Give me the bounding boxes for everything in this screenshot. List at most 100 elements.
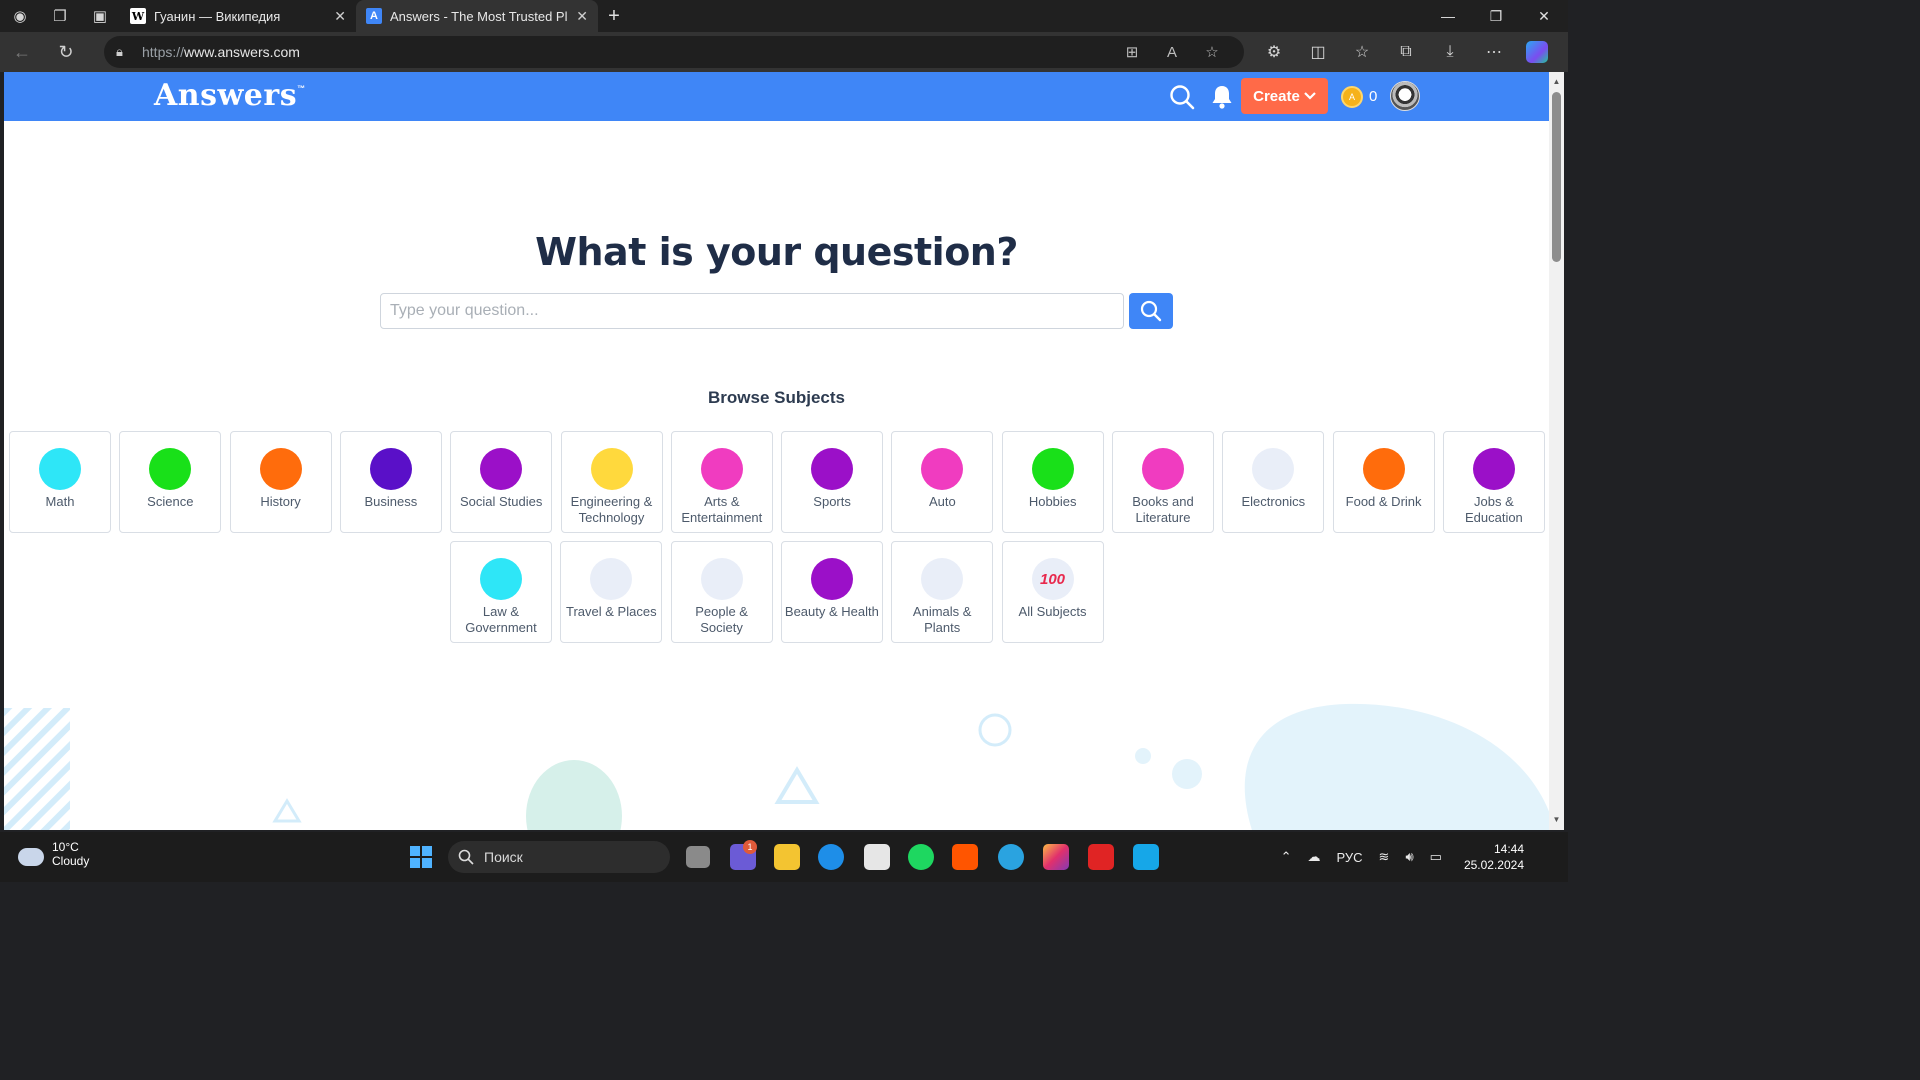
decorative-triangle — [774, 766, 820, 804]
page-scrollbar[interactable]: ▲ ▼ — [1549, 72, 1564, 830]
subject-card[interactable]: Auto — [891, 431, 994, 533]
subject-card[interactable]: Business — [339, 431, 442, 533]
subject-dot-icon — [39, 448, 81, 490]
subject-dot-icon — [700, 558, 743, 600]
address-bar[interactable]: 🔒︎ https://www.answers.com ⊞ A ☆ — [104, 36, 1244, 68]
telegram-icon[interactable] — [998, 844, 1024, 870]
url-host: www.answers.com — [184, 44, 300, 60]
subject-card[interactable]: Science — [119, 431, 222, 533]
anydesk-icon[interactable] — [1088, 844, 1114, 870]
extensions-icon[interactable]: ⚙ — [1252, 42, 1296, 62]
tab-actions-icon[interactable]: ▣ — [80, 0, 120, 32]
profile-icon[interactable]: ◉ — [0, 0, 40, 32]
tab-wikipedia[interactable]: W Гуанин — Википедия ✕ — [120, 0, 356, 32]
subject-label: History — [260, 494, 301, 509]
create-button[interactable]: Create — [1241, 78, 1328, 114]
refresh-icon[interactable]: ↻ — [44, 32, 88, 72]
favorites-icon[interactable]: ☆ — [1340, 42, 1384, 62]
instagram-icon[interactable] — [1043, 844, 1069, 870]
scroll-down-icon[interactable]: ▼ — [1552, 816, 1561, 824]
favorite-star-icon[interactable]: ☆ — [1192, 43, 1232, 61]
copilot-icon[interactable] — [1526, 41, 1548, 63]
coin-icon[interactable]: A — [1341, 86, 1363, 108]
edge-icon[interactable] — [818, 844, 844, 870]
subject-dot-icon — [1252, 448, 1295, 490]
subject-label: Travel & Places — [566, 604, 657, 619]
store-icon[interactable] — [864, 844, 890, 870]
subject-card[interactable]: Animals & Plants — [891, 541, 994, 643]
avatar[interactable] — [1390, 81, 1420, 111]
wifi-icon[interactable]: ≋ — [1379, 849, 1390, 865]
clock[interactable]: 14:44 25.02.2024 — [1464, 841, 1524, 873]
create-label: Create — [1253, 87, 1300, 105]
subject-card[interactable]: Beauty & Health — [780, 541, 883, 643]
weather-widget[interactable]: 10°C Cloudy — [18, 840, 89, 868]
split-screen-icon[interactable]: ◫ — [1296, 42, 1340, 62]
battery-icon[interactable]: ▭ — [1430, 849, 1442, 865]
onedrive-icon[interactable]: ☁ — [1307, 849, 1320, 865]
subject-label: People & Society — [695, 604, 748, 635]
trademark: ™ — [297, 84, 306, 93]
decorative-stripes — [4, 708, 70, 830]
subject-card[interactable]: Arts & Entertainment — [670, 431, 773, 533]
lock-icon[interactable]: 🔒︎ — [116, 44, 142, 60]
subject-card[interactable]: Jobs & Education — [1442, 431, 1545, 533]
subject-card[interactable]: Law & Government — [450, 541, 552, 643]
volume-icon[interactable]: 🔊︎ — [1405, 849, 1413, 865]
question-search-button[interactable] — [1129, 293, 1173, 329]
url-scheme: https:// — [142, 44, 185, 60]
app-icon[interactable] — [1133, 844, 1159, 870]
system-tray: ⌃ ☁ РУС ≋ 🔊︎ ▭ 14:44 25.02.2024 — [1273, 832, 1568, 882]
subject-dot-icon — [259, 448, 302, 490]
app-available-icon[interactable]: ⊞ — [1112, 43, 1152, 61]
spotify-icon[interactable] — [908, 844, 934, 870]
task-view-icon[interactable] — [686, 846, 710, 868]
subject-card[interactable]: Electronics — [1222, 431, 1325, 533]
file-explorer-icon[interactable] — [774, 844, 800, 870]
back-icon[interactable]: ← — [0, 32, 44, 72]
new-tab-button[interactable]: + — [598, 0, 630, 32]
browse-subjects-heading: Browse Subjects — [708, 388, 845, 407]
date: 25.02.2024 — [1463, 858, 1524, 872]
teams-badge: 1 — [743, 840, 757, 854]
read-aloud-icon[interactable]: A — [1152, 44, 1192, 61]
more-icon[interactable]: ⋯ — [1472, 42, 1516, 62]
answers-logo[interactable]: Answers™ — [154, 78, 306, 113]
question-input[interactable] — [380, 293, 1124, 329]
search-label: Поиск — [484, 849, 523, 865]
subject-card[interactable]: Travel & Places — [560, 541, 663, 643]
collections-icon[interactable]: ⧉ — [1384, 43, 1428, 61]
subject-card[interactable]: History — [229, 431, 332, 533]
subject-card[interactable]: Math — [9, 431, 111, 533]
subject-card[interactable]: Social Studies — [450, 431, 553, 533]
soundcloud-icon[interactable] — [952, 844, 978, 870]
restore-icon[interactable]: ❐ — [1472, 0, 1520, 32]
subject-card[interactable]: Hobbies — [1001, 431, 1104, 533]
subject-dot-icon — [480, 448, 523, 490]
downloads-icon[interactable]: ⤓ — [1428, 43, 1472, 61]
scroll-up-icon[interactable]: ▲ — [1552, 78, 1561, 86]
subject-card[interactable]: 100 All Subjects — [1001, 541, 1104, 643]
taskbar-search[interactable]: Поиск — [448, 841, 670, 873]
minimize-icon[interactable]: — — [1424, 0, 1472, 32]
tab-answers[interactable]: A Answers - The Most Trusted Place ✕ — [356, 0, 598, 32]
bell-icon[interactable] — [1210, 84, 1234, 110]
url-text[interactable]: https://www.answers.com — [142, 44, 1112, 60]
subject-card[interactable]: Sports — [781, 431, 884, 533]
subject-card[interactable]: Food & Drink — [1332, 431, 1435, 533]
chevron-up-icon[interactable]: ⌃ — [1281, 849, 1292, 865]
scrollbar-thumb[interactable] — [1552, 92, 1561, 262]
search-icon[interactable] — [1169, 84, 1195, 110]
language-indicator[interactable]: РУС — [1336, 850, 1362, 865]
subject-card[interactable]: Engineering & Technology — [560, 431, 663, 533]
subject-card[interactable]: People & Society — [670, 541, 773, 643]
workspaces-icon[interactable]: ❐ — [40, 0, 80, 32]
start-icon[interactable] — [410, 846, 432, 868]
subject-card[interactable]: Books and Literature — [1112, 431, 1214, 533]
close-tab-icon[interactable]: ✕ — [334, 8, 346, 25]
subject-label: Business — [364, 494, 418, 509]
web-page: Answers™ Create A 0 What is your questio… — [4, 72, 1549, 830]
subject-dot-icon — [369, 448, 412, 490]
close-tab-icon[interactable]: ✕ — [576, 8, 588, 25]
close-window-icon[interactable]: ✕ — [1520, 0, 1568, 32]
